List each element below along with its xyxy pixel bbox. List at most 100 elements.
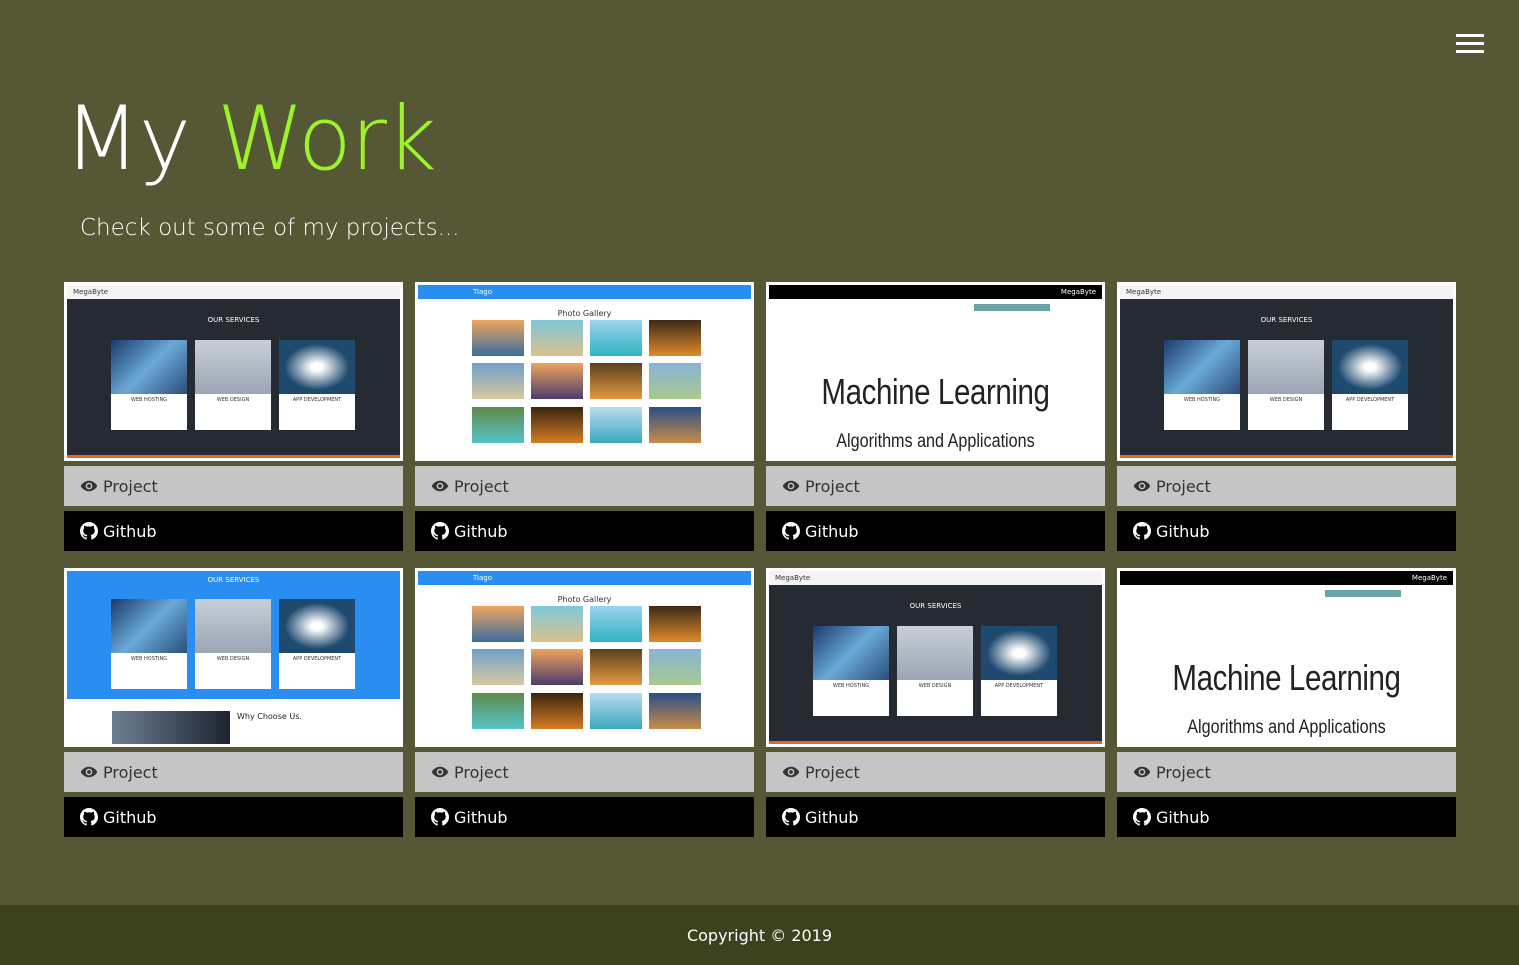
preview-brand: Tiago — [473, 288, 493, 296]
project-thumbnail[interactable]: Tiago Photo Gallery — [415, 568, 754, 747]
project-button-label: Project — [805, 762, 860, 782]
view-project-button[interactable]: Project — [64, 752, 403, 792]
preview-gallery-tile — [590, 649, 642, 685]
preview-service-card: APP DEVELOPMENT — [279, 599, 355, 689]
preview-service-card: WEB DESIGN — [1248, 340, 1324, 430]
view-project-button[interactable]: Project — [1117, 466, 1456, 506]
preview-service-card: WEB HOSTING — [111, 599, 187, 689]
view-project-button[interactable]: Project — [415, 752, 754, 792]
preview-gallery-tile — [472, 407, 524, 443]
project-grid: MegaByte OUR SERVICES WEB HOSTING WEB DESIG… — [64, 282, 1456, 837]
github-button-label: Github — [1156, 807, 1210, 827]
footer: Copyright © 2019 — [0, 905, 1519, 965]
project-card: OUR SERVICES WEB HOSTING WEB DESIGN APP DEV… — [64, 568, 403, 837]
preview-gallery-title: Photo Gallery — [557, 309, 612, 318]
github-button[interactable]: Github — [64, 797, 403, 837]
github-button[interactable]: Github — [1117, 797, 1456, 837]
preview-services-title: OUR SERVICES — [207, 316, 260, 324]
github-icon — [80, 808, 98, 826]
hamburger-icon — [1456, 34, 1484, 37]
view-project-button[interactable]: Project — [766, 752, 1105, 792]
project-button-label: Project — [103, 762, 158, 782]
preview-gallery-tile — [472, 693, 524, 729]
github-button-label: Github — [103, 521, 157, 541]
github-button[interactable]: Github — [1117, 511, 1456, 551]
preview-service-name: APP DEVELOPMENT — [292, 656, 342, 662]
github-button-label: Github — [103, 807, 157, 827]
preview-gallery-tile — [590, 606, 642, 642]
project-button-label: Project — [454, 762, 509, 782]
github-button[interactable]: Github — [766, 511, 1105, 551]
github-button-label: Github — [1156, 521, 1210, 541]
preview-service-card: WEB DESIGN — [195, 340, 271, 430]
view-project-button[interactable]: Project — [64, 466, 403, 506]
preview-gallery-tile — [590, 407, 642, 443]
project-card: MegaByte OUR SERVICES WEB HOSTING WEB DESIG… — [64, 282, 403, 551]
preview-brand: MegaByte — [1060, 288, 1096, 296]
github-button[interactable]: Github — [415, 511, 754, 551]
github-icon — [1133, 808, 1151, 826]
preview-gallery-tile — [472, 320, 524, 356]
page-title-part1: My — [64, 87, 191, 190]
project-thumbnail[interactable]: MegaByte OUR SERVICES WEB HOSTING WEB DESIG… — [1117, 282, 1456, 461]
github-button[interactable]: Github — [64, 511, 403, 551]
preview-gallery-tile — [590, 363, 642, 399]
project-card: MegaByte Machine Learning Algorithms and A… — [766, 282, 1105, 551]
view-project-button[interactable]: Project — [766, 466, 1105, 506]
preview-gallery-tile — [531, 407, 583, 443]
eye-icon — [431, 766, 449, 778]
project-card: MegaByte OUR SERVICES WEB HOSTING WEB DESIG… — [766, 568, 1105, 837]
github-icon — [782, 808, 800, 826]
preview-gallery-tile — [472, 606, 524, 642]
preview-services-title: OUR SERVICES — [207, 576, 260, 584]
eye-icon — [782, 766, 800, 778]
preview-services-title: OUR SERVICES — [1260, 316, 1313, 324]
project-thumbnail[interactable]: MegaByte Machine Learning Algorithms and A… — [766, 282, 1105, 461]
github-icon — [1133, 522, 1151, 540]
preview-service-name: WEB HOSTING — [1183, 397, 1221, 403]
preview-service-name: WEB DESIGN — [216, 656, 250, 662]
copyright-text: Copyright © 2019 — [686, 925, 833, 945]
view-project-button[interactable]: Project — [1117, 752, 1456, 792]
project-button-label: Project — [1156, 762, 1211, 782]
eye-icon — [80, 480, 98, 492]
preview-gallery-title: Photo Gallery — [557, 595, 612, 604]
preview-service-name: WEB HOSTING — [832, 683, 870, 689]
project-thumbnail[interactable]: MegaByte OUR SERVICES WEB HOSTING WEB DESIG… — [766, 568, 1105, 747]
preview-ml-subtitle: Algorithms and Applications — [836, 431, 1035, 452]
preview-gallery-tile — [531, 320, 583, 356]
preview-service-card: WEB DESIGN — [195, 599, 271, 689]
project-thumbnail[interactable]: MegaByte Machine Learning Algorithms and A… — [1117, 568, 1456, 747]
menu-button[interactable] — [1456, 34, 1484, 54]
project-thumbnail[interactable]: MegaByte OUR SERVICES WEB HOSTING WEB DESIG… — [64, 282, 403, 461]
preview-brand: MegaByte — [775, 574, 811, 582]
preview-service-card: APP DEVELOPMENT — [279, 340, 355, 430]
preview-gallery-tile — [649, 693, 701, 729]
preview-gallery-tile — [590, 693, 642, 729]
preview-gallery-tile — [531, 649, 583, 685]
preview-gallery-tile — [472, 363, 524, 399]
preview-service-name: WEB DESIGN — [1269, 397, 1303, 403]
preview-service-name: WEB DESIGN — [918, 683, 952, 689]
view-project-button[interactable]: Project — [415, 466, 754, 506]
eye-icon — [431, 480, 449, 492]
preview-service-card: WEB DESIGN — [897, 626, 973, 716]
github-button-label: Github — [805, 521, 859, 541]
project-button-label: Project — [1156, 476, 1211, 496]
eye-icon — [80, 766, 98, 778]
preview-brand: MegaByte — [1411, 574, 1447, 582]
preview-gallery-tile — [649, 649, 701, 685]
eye-icon — [782, 480, 800, 492]
github-icon — [80, 522, 98, 540]
preview-service-name: APP DEVELOPMENT — [994, 683, 1044, 689]
preview-brand: MegaByte — [1126, 288, 1162, 296]
github-button[interactable]: Github — [415, 797, 754, 837]
project-button-label: Project — [454, 476, 509, 496]
preview-service-name: WEB HOSTING — [130, 656, 168, 662]
project-thumbnail[interactable]: Tiago Photo Gallery — [415, 282, 754, 461]
project-thumbnail[interactable]: OUR SERVICES WEB HOSTING WEB DESIGN APP DEV… — [64, 568, 403, 747]
github-icon — [782, 522, 800, 540]
preview-gallery-tile — [531, 363, 583, 399]
github-button[interactable]: Github — [766, 797, 1105, 837]
preview-service-name: WEB DESIGN — [216, 397, 250, 403]
